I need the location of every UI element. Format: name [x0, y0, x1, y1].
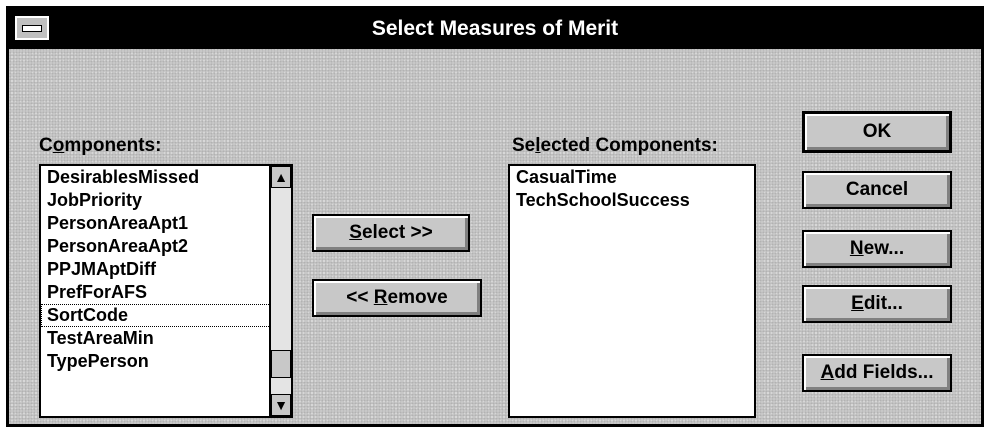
components-scrollbar[interactable]: ▲ ▼ — [269, 166, 291, 416]
window-title: Select Measures of Merit — [371, 17, 619, 40]
list-item[interactable]: TechSchoolSuccess — [510, 189, 754, 212]
list-item[interactable]: PersonAreaApt1 — [41, 212, 291, 235]
remove-button[interactable]: << Remove — [312, 279, 482, 317]
list-item[interactable]: JobPriority — [41, 189, 291, 212]
cancel-button[interactable]: Cancel — [802, 171, 952, 209]
system-menu-icon[interactable] — [15, 16, 49, 40]
arrow-up-icon[interactable]: ▲ — [271, 166, 291, 188]
add-fields-button[interactable]: Add Fields... — [802, 354, 952, 392]
title-bar: Select Measures of Merit — [9, 9, 981, 49]
list-item[interactable]: PersonAreaApt2 — [41, 235, 291, 258]
list-item[interactable]: DesirablesMissed — [41, 166, 291, 189]
list-item[interactable]: PrefForAFS — [41, 281, 291, 304]
list-item[interactable]: PPJMAptDiff — [41, 258, 291, 281]
selected-components-listbox[interactable]: CasualTime TechSchoolSuccess — [508, 164, 756, 418]
list-item[interactable]: TypePerson — [41, 350, 291, 373]
select-button[interactable]: Select >> — [312, 214, 470, 252]
scroll-thumb[interactable] — [271, 350, 291, 378]
arrow-down-icon[interactable]: ▼ — [271, 394, 291, 416]
list-item[interactable]: CasualTime — [510, 166, 754, 189]
selected-components-label: Selected Components: — [512, 135, 718, 156]
new-button[interactable]: New... — [802, 230, 952, 268]
components-listbox[interactable]: DesirablesMissed JobPriority PersonAreaApt… — [39, 164, 293, 418]
components-items: DesirablesMissed JobPriority PersonAreaApt… — [41, 166, 291, 373]
selected-items: CasualTime TechSchoolSuccess — [510, 166, 754, 212]
list-item[interactable]: TestAreaMin — [41, 327, 291, 350]
edit-button[interactable]: Edit... — [802, 285, 952, 323]
components-label: Components: — [39, 135, 162, 156]
list-item[interactable]: SortCode — [41, 304, 291, 327]
ok-button[interactable]: OK — [802, 111, 952, 153]
dialog-window: Select Measures of Merit Components: Des… — [6, 6, 984, 427]
